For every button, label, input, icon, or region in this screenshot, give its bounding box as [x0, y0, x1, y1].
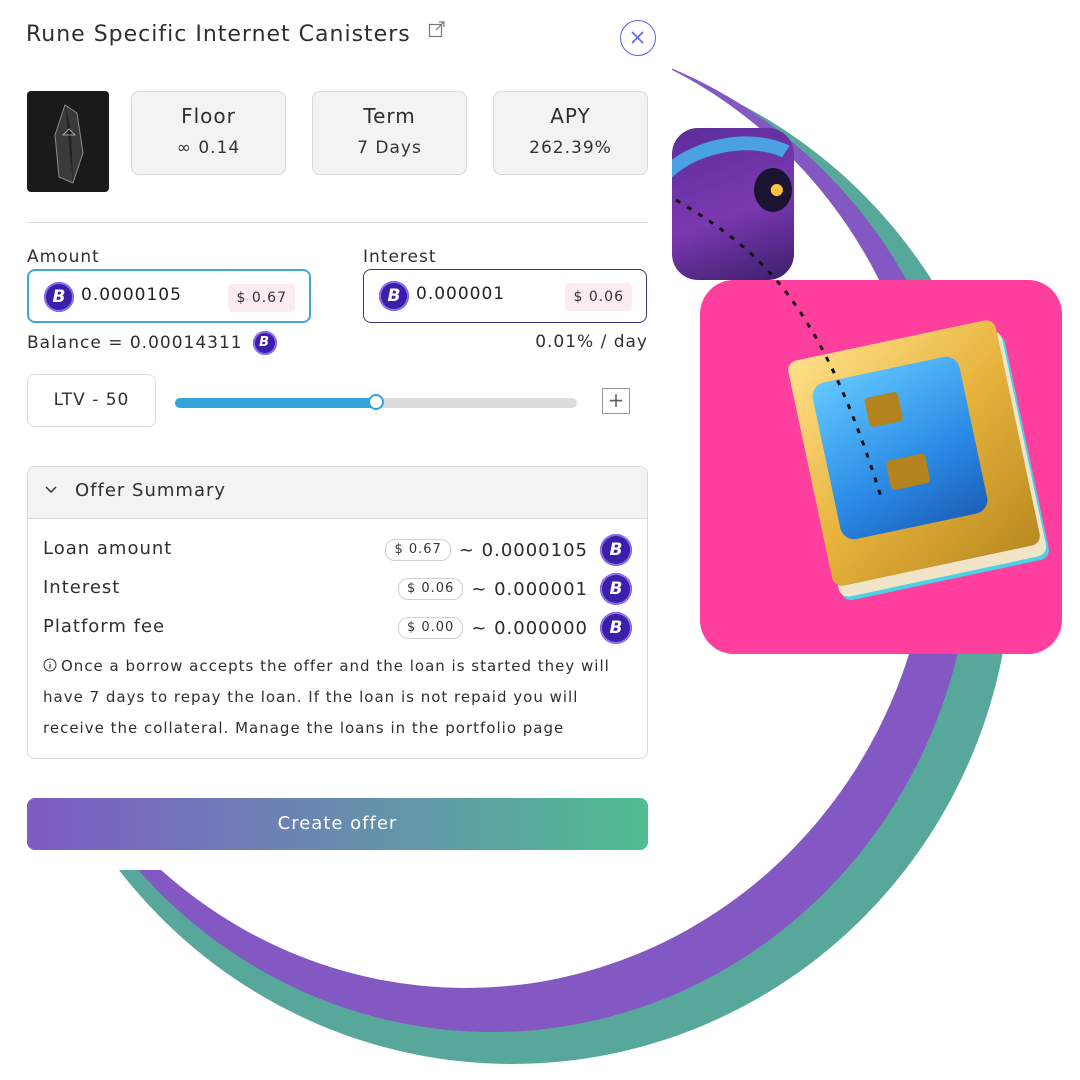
offer-info-note: Once a borrow accepts the offer and the …: [43, 651, 635, 744]
external-link-icon[interactable]: [428, 20, 446, 38]
amount-usd-badge: $ 0.67: [228, 284, 295, 312]
bitcoin-icon: B: [600, 573, 632, 605]
balance-text: Balance = 0.00014311 B: [27, 331, 277, 355]
summary-row-label: Loan amount: [43, 538, 173, 559]
bitcoin-icon: B: [600, 612, 632, 644]
apy-value: 262.39%: [529, 138, 612, 158]
summary-row-platform-fee: Platform fee $ 0.00 ~ 0.000000 B: [43, 612, 632, 644]
term-value: 7 Days: [357, 138, 422, 158]
bitcoin-icon: B: [44, 282, 74, 312]
amount-label: Amount: [27, 247, 100, 267]
summary-row-label: Interest: [43, 577, 121, 598]
interest-value: 0.000001: [416, 284, 506, 304]
balance-value: Balance = 0.00014311: [27, 333, 243, 353]
summary-btc-value: ~ 0.0000105: [458, 539, 588, 561]
offer-summary-toggle[interactable]: Offer Summary: [28, 467, 647, 519]
apy-stat: APY 262.39%: [493, 91, 648, 175]
bitcoin-icon: B: [252, 331, 277, 355]
ltv-slider-fill: [175, 398, 376, 408]
summary-btc-value: ~ 0.000000: [471, 617, 588, 639]
floor-stat: Floor ∞ 0.14: [131, 91, 286, 175]
summary-usd-chip: $ 0.00: [397, 617, 464, 639]
term-stat: Term 7 Days: [312, 91, 467, 175]
create-offer-modal: Rune Specific Internet Canisters Floor ∞…: [0, 0, 672, 870]
collection-title: Rune Specific Internet Canisters: [26, 22, 411, 47]
summary-row-loan-amount: Loan amount $ 0.67 ~ 0.0000105 B: [43, 534, 632, 566]
summary-row-interest: Interest $ 0.06 ~ 0.000001 B: [43, 573, 632, 605]
interest-input[interactable]: B 0.000001 $ 0.06: [363, 269, 647, 323]
summary-btc-value: ~ 0.000001: [471, 578, 588, 600]
term-label: Term: [363, 104, 416, 128]
offer-info-text: Once a borrow accepts the offer and the …: [43, 657, 610, 737]
collection-thumbnail: [27, 91, 109, 192]
offer-summary-panel: Offer Summary Loan amount $ 0.67 ~ 0.000…: [27, 466, 648, 759]
divider: [27, 222, 648, 223]
close-icon: [631, 31, 644, 44]
modal-header: Rune Specific Internet Canisters: [26, 18, 666, 58]
info-icon: [43, 658, 57, 672]
summary-usd-chip: $ 0.06: [397, 578, 464, 600]
bitcoin-icon: B: [600, 534, 632, 566]
amount-value: 0.0000105: [81, 285, 182, 305]
interest-label: Interest: [363, 247, 437, 267]
amount-input[interactable]: B 0.0000105 $ 0.67: [27, 269, 311, 323]
ltv-increase-button[interactable]: +: [602, 388, 630, 414]
ltv-slider[interactable]: [175, 394, 577, 410]
apy-label: APY: [550, 104, 591, 128]
floor-value: ∞ 0.14: [176, 138, 241, 158]
offer-summary-title: Offer Summary: [75, 480, 227, 501]
interest-usd-badge: $ 0.06: [565, 283, 632, 311]
summary-row-label: Platform fee: [43, 616, 166, 637]
chevron-down-icon: [44, 481, 58, 500]
close-button[interactable]: [620, 20, 656, 56]
create-offer-button[interactable]: Create offer: [27, 798, 648, 850]
interest-rate-per-day: 0.01% / day: [535, 332, 648, 352]
floor-label: Floor: [181, 104, 236, 128]
bitcoin-icon: B: [379, 281, 409, 311]
ltv-badge: LTV - 50: [27, 374, 156, 427]
ltv-slider-handle[interactable]: [368, 394, 384, 410]
summary-usd-chip: $ 0.67: [385, 539, 451, 561]
